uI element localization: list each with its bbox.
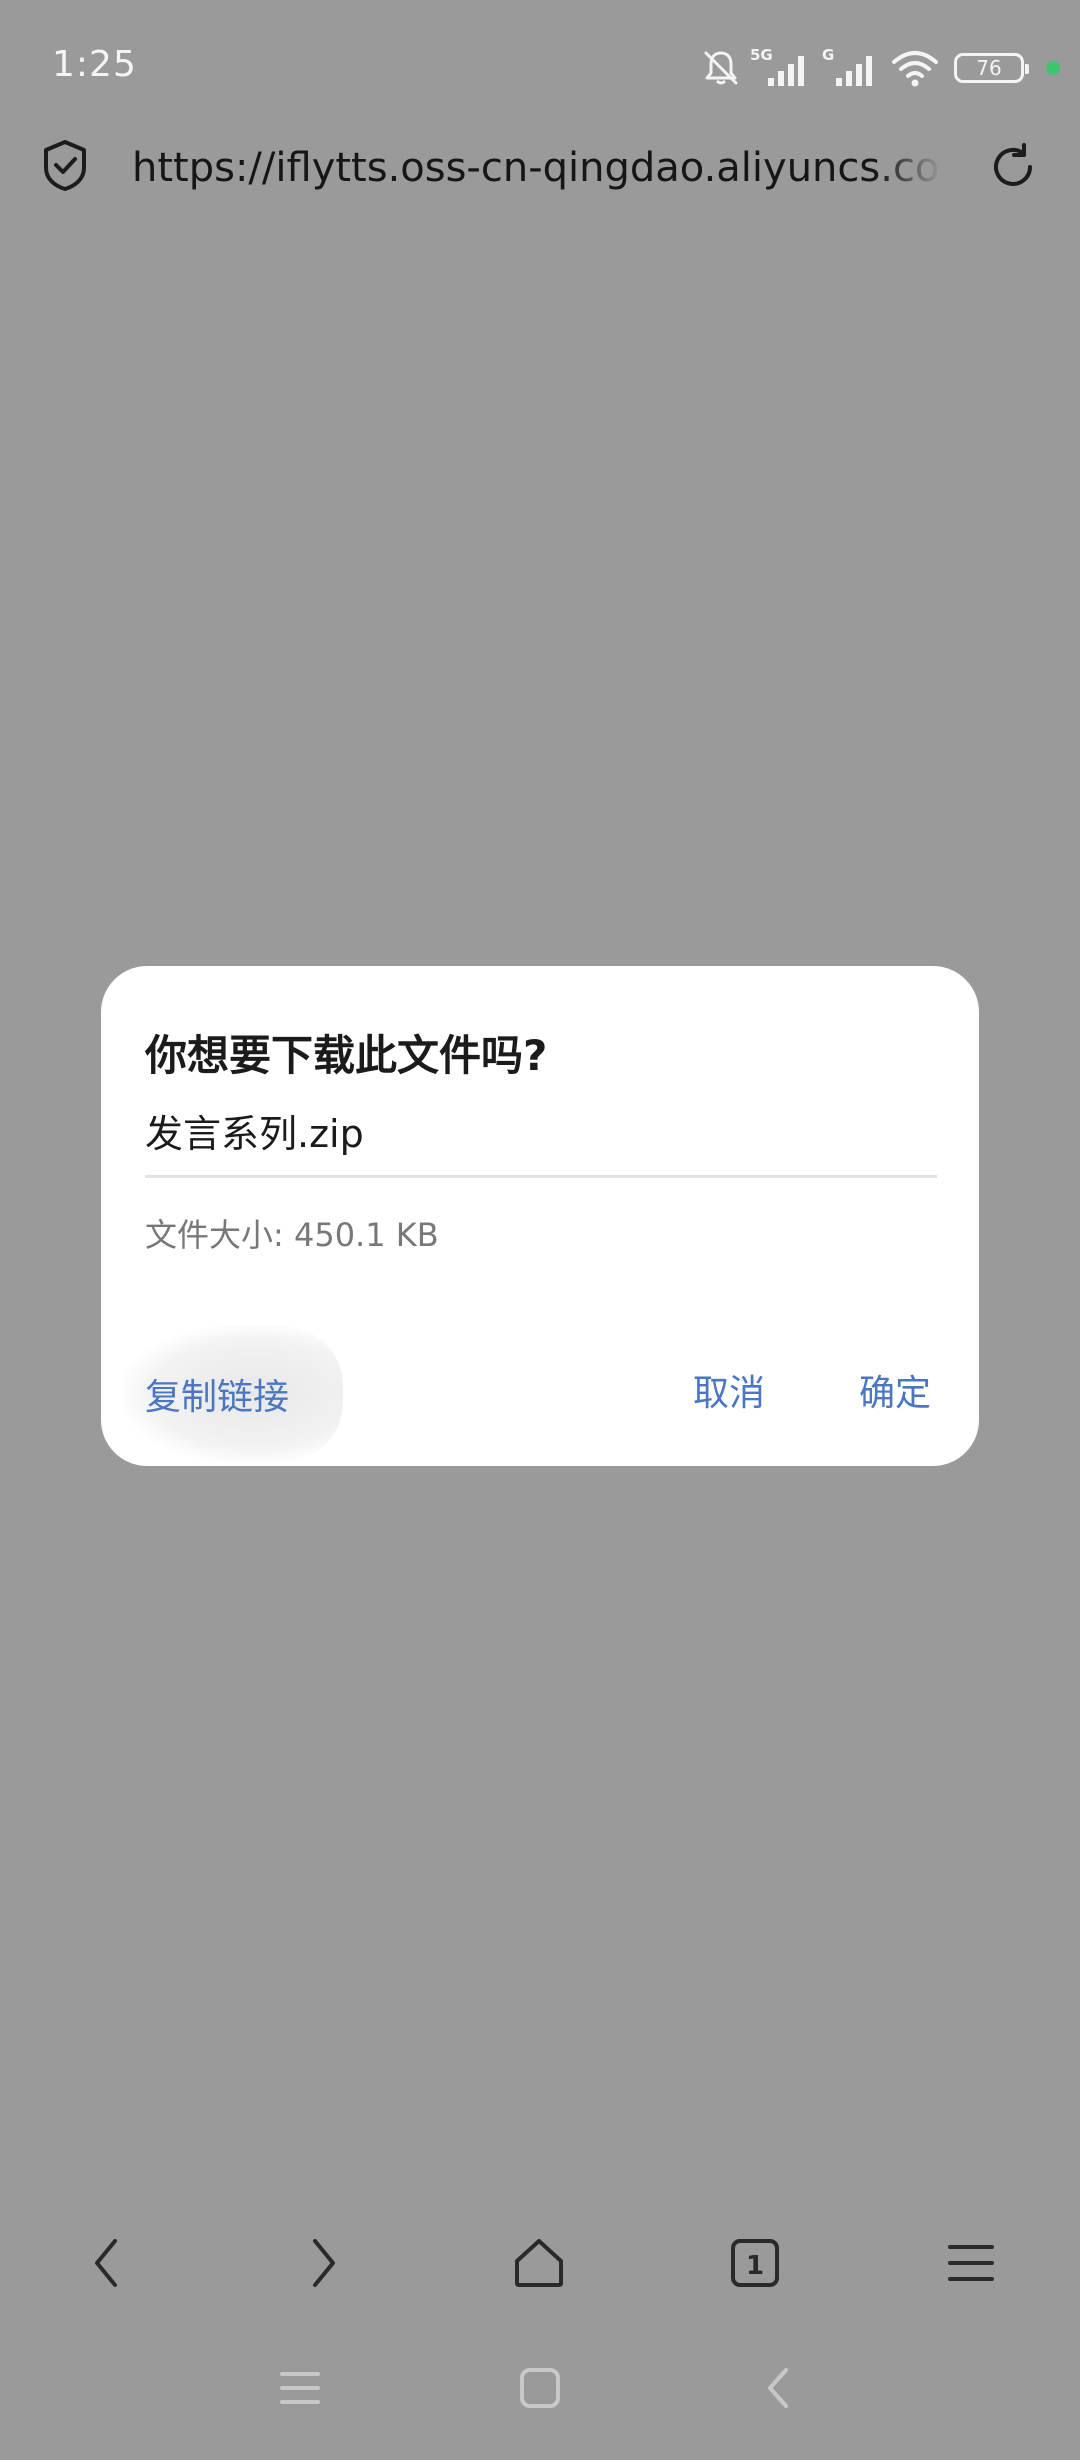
status-icons: 5G G 76	[700, 40, 1060, 96]
status-time: 1:25	[52, 44, 137, 85]
file-size: 文件大小: 450.1 KB	[145, 1210, 439, 1256]
url-text[interactable]: https://iflytts.oss-cn-qingdao.aliyuncs.…	[132, 138, 942, 198]
status-bar: 1:25 5G G 76	[0, 0, 1080, 140]
mute-bell-icon	[700, 47, 742, 89]
home-icon	[511, 2235, 567, 2295]
dialog-title: 你想要下载此文件吗?	[145, 1031, 548, 1080]
reload-icon[interactable]	[986, 140, 1040, 198]
file-size-label: 文件大小:	[145, 1216, 284, 1254]
system-home-icon	[518, 2366, 562, 2414]
system-home-button[interactable]	[500, 2350, 580, 2430]
tabs-button[interactable]: 1	[710, 2220, 800, 2310]
filename-field[interactable]: 发言系列.zip	[145, 1098, 937, 1178]
chevron-right-icon	[303, 2233, 343, 2297]
wifi-icon	[890, 48, 940, 88]
recents-icon	[278, 2368, 322, 2412]
menu-button[interactable]	[926, 2220, 1016, 2310]
download-dialog: 你想要下载此文件吗? 发言系列.zip 文件大小: 450.1 KB 复制链接 …	[101, 966, 979, 1466]
signal-5g-icon: 5G	[750, 46, 814, 90]
confirm-button[interactable]: 确定	[859, 1346, 931, 1442]
menu-icon	[946, 2241, 996, 2289]
forward-button[interactable]	[278, 2220, 368, 2310]
copy-link-button[interactable]: 复制链接	[123, 1326, 343, 1462]
recents-button[interactable]	[260, 2350, 340, 2430]
back-button[interactable]	[62, 2220, 152, 2310]
battery-level: 76	[976, 56, 1002, 80]
cancel-button[interactable]: 取消	[693, 1346, 765, 1442]
url-bar[interactable]: https://iflytts.oss-cn-qingdao.aliyuncs.…	[0, 120, 1080, 212]
file-size-value: 450.1 KB	[293, 1216, 439, 1254]
system-back-icon	[760, 2364, 796, 2416]
privacy-indicator-dot	[1046, 61, 1060, 75]
home-button[interactable]	[494, 2220, 584, 2310]
tab-count: 1	[745, 2251, 765, 2281]
browser-toolbar: 1	[0, 2210, 1080, 2320]
signal-g-icon: G	[822, 46, 882, 90]
security-shield-icon[interactable]	[40, 138, 90, 196]
chevron-left-icon	[87, 2233, 127, 2297]
system-navigation-bar	[0, 2340, 1080, 2450]
battery-icon: 76	[954, 53, 1029, 83]
system-back-button[interactable]	[738, 2350, 818, 2430]
